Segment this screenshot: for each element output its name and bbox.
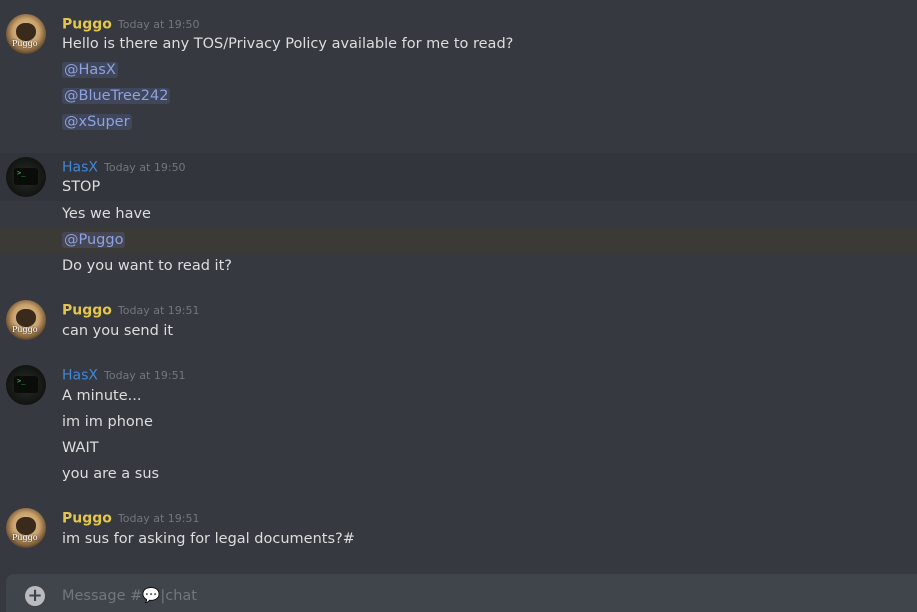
message-input[interactable] bbox=[62, 574, 902, 612]
user-mention[interactable]: @xSuper bbox=[62, 114, 132, 130]
message-line: can you send it bbox=[62, 323, 174, 339]
message-line: im im phone bbox=[62, 414, 153, 430]
message-line: you are a sus bbox=[62, 466, 160, 482]
timestamp[interactable]: Today at 19:51 bbox=[118, 512, 200, 525]
user-mention[interactable]: @HasX bbox=[62, 62, 118, 78]
add-attachment-button[interactable]: + bbox=[25, 586, 45, 606]
message-line-mentioned: @Puggo bbox=[0, 227, 917, 253]
message-line: Hello is there any TOS/Privacy Policy av… bbox=[62, 36, 514, 52]
message-line: @HasX bbox=[0, 57, 917, 83]
timestamp[interactable]: Today at 19:50 bbox=[104, 161, 186, 174]
message-line: Yes we have bbox=[62, 206, 151, 222]
message-line: A minute... bbox=[62, 388, 142, 404]
message-line: im sus for asking for legal documents?# bbox=[62, 531, 355, 547]
username[interactable]: Puggo bbox=[62, 511, 112, 527]
user-mention[interactable]: @BlueTree242 bbox=[62, 88, 171, 104]
message-header: HasX Today at 19:51 bbox=[62, 365, 186, 385]
timestamp[interactable]: Today at 19:51 bbox=[104, 369, 186, 382]
message-line: STOP bbox=[62, 179, 101, 195]
message-line: WAIT bbox=[62, 440, 99, 456]
message-header: Puggo Today at 19:51 bbox=[62, 300, 199, 320]
message-line: Do you want to read it? bbox=[62, 258, 232, 274]
message-header: Puggo Today at 19:51 bbox=[62, 508, 199, 528]
message-line: @BlueTree242 bbox=[0, 83, 917, 109]
user-mention[interactable]: @Puggo bbox=[62, 232, 126, 248]
timestamp[interactable]: Today at 19:50 bbox=[118, 18, 200, 31]
timestamp[interactable]: Today at 19:51 bbox=[118, 304, 200, 317]
username[interactable]: Puggo bbox=[62, 303, 112, 319]
username[interactable]: HasX bbox=[62, 368, 98, 384]
message-list: Puggo Puggo Today at 19:50 Hello is there… bbox=[0, 0, 917, 572]
message-composer: + bbox=[6, 574, 917, 612]
message-line: @xSuper bbox=[0, 109, 917, 135]
